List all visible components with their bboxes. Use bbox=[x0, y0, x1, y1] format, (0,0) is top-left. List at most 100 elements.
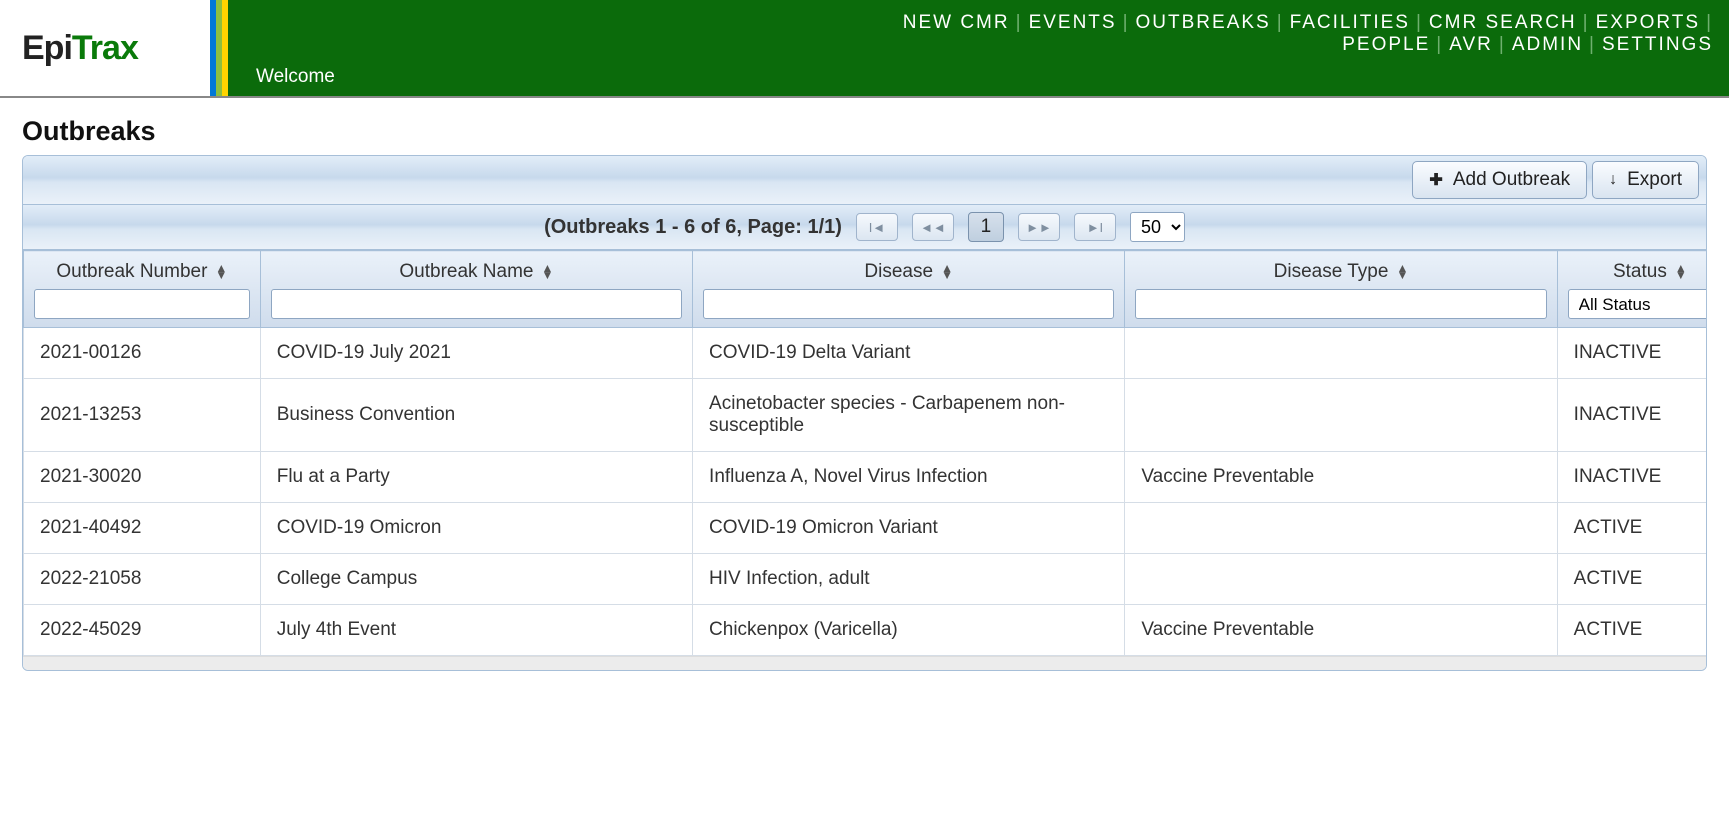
cell-number: 2021-40492 bbox=[24, 503, 261, 554]
nav-link-exports[interactable]: EXPORTS bbox=[1596, 12, 1700, 34]
pager-bar: (Outbreaks 1 - 6 of 6, Page: 1/1) I◄ ◄◄ … bbox=[23, 205, 1706, 250]
add-outbreak-label: Add Outbreak bbox=[1453, 169, 1570, 191]
cell-dtype bbox=[1125, 554, 1557, 605]
column-header-number[interactable]: Outbreak Number ▲▼ bbox=[24, 251, 261, 328]
column-header-name[interactable]: Outbreak Name▲▼ bbox=[260, 251, 692, 328]
nav-link-facilities[interactable]: FACILITIES bbox=[1290, 12, 1410, 34]
content: Outbreaks ✚ Add Outbreak ↓ Export (Outbr… bbox=[0, 98, 1729, 689]
logo-part2: Trax bbox=[72, 29, 138, 68]
cell-name: Business Convention bbox=[260, 379, 692, 452]
add-outbreak-button[interactable]: ✚ Add Outbreak bbox=[1412, 161, 1587, 199]
cell-name: College Campus bbox=[260, 554, 692, 605]
cell-disease: HIV Infection, adult bbox=[693, 554, 1125, 605]
sort-icon[interactable]: ▲▼ bbox=[215, 265, 227, 279]
filter-select-status[interactable]: All Status bbox=[1568, 289, 1706, 319]
filter-input-name[interactable] bbox=[271, 289, 682, 319]
cell-status: INACTIVE bbox=[1557, 452, 1706, 503]
nav-link-people[interactable]: PEOPLE bbox=[1342, 34, 1430, 56]
table-header-row: Outbreak Number▲▼Outbreak Name▲▼Disease▲… bbox=[24, 251, 1707, 328]
cell-disease: COVID-19 Delta Variant bbox=[693, 328, 1125, 379]
last-page-icon: ►I bbox=[1087, 220, 1103, 235]
nav-link-new-cmr[interactable]: NEW CMR bbox=[903, 12, 1010, 34]
table-scroll[interactable]: Outbreak Number▲▼Outbreak Name▲▼Disease▲… bbox=[23, 250, 1706, 656]
top-nav-area: NEW CMR | EVENTS | OUTBREAKS | FACILITIES | CMR … bbox=[228, 0, 1729, 96]
logo: EpiTrax bbox=[0, 0, 210, 96]
sort-icon[interactable]: ▲▼ bbox=[1675, 265, 1687, 279]
table-row[interactable]: 2021-13253Business ConventionAcinetobact… bbox=[24, 379, 1707, 452]
cell-status: ACTIVE bbox=[1557, 503, 1706, 554]
filter-input-number[interactable] bbox=[34, 289, 250, 319]
table-row[interactable]: 2021-40492COVID-19 OmicronCOVID-19 Omicr… bbox=[24, 503, 1707, 554]
sort-icon[interactable]: ▲▼ bbox=[542, 265, 554, 279]
cell-dtype bbox=[1125, 379, 1557, 452]
nav-link-outbreaks[interactable]: OUTBREAKS bbox=[1136, 12, 1271, 34]
cell-dtype bbox=[1125, 503, 1557, 554]
nav-separator: | bbox=[1589, 34, 1596, 56]
prev-page-icon: ◄◄ bbox=[920, 220, 946, 235]
cell-name: July 4th Event bbox=[260, 605, 692, 656]
cell-disease: COVID-19 Omicron Variant bbox=[693, 503, 1125, 554]
cell-number: 2022-21058 bbox=[24, 554, 261, 605]
column-label: Disease bbox=[864, 261, 933, 283]
logo-part1: Epi bbox=[22, 29, 72, 68]
table-row[interactable]: 2021-00126COVID-19 July 2021COVID-19 Del… bbox=[24, 328, 1707, 379]
nav-separator: | bbox=[1123, 12, 1130, 34]
download-icon: ↓ bbox=[1609, 171, 1617, 189]
first-page-icon: I◄ bbox=[869, 220, 885, 235]
column-label: Status bbox=[1613, 261, 1667, 283]
pager-summary: (Outbreaks 1 - 6 of 6, Page: 1/1) bbox=[544, 216, 842, 239]
sort-icon[interactable]: ▲▼ bbox=[1396, 265, 1408, 279]
pager-next-button[interactable]: ►► bbox=[1018, 213, 1060, 241]
pager-prev-button[interactable]: ◄◄ bbox=[912, 213, 954, 241]
column-label: Outbreak Number bbox=[56, 261, 207, 283]
cell-status: INACTIVE bbox=[1557, 379, 1706, 452]
outbreaks-table: Outbreak Number▲▼Outbreak Name▲▼Disease▲… bbox=[23, 250, 1706, 656]
nav-row-1: NEW CMR | EVENTS | OUTBREAKS | FACILITIES | CMR … bbox=[256, 12, 1713, 34]
sort-icon[interactable]: ▲▼ bbox=[941, 265, 953, 279]
nav-link-avr[interactable]: AVR bbox=[1449, 34, 1493, 56]
page-size-select[interactable]: 50 bbox=[1130, 212, 1185, 242]
cell-status: INACTIVE bbox=[1557, 328, 1706, 379]
filter-input-disease[interactable] bbox=[703, 289, 1114, 319]
nav-link-events[interactable]: EVENTS bbox=[1029, 12, 1117, 34]
nav-link-settings[interactable]: SETTINGS bbox=[1602, 34, 1713, 56]
cell-disease: Acinetobacter species - Carbapenem non-s… bbox=[693, 379, 1125, 452]
cell-name: Flu at a Party bbox=[260, 452, 692, 503]
column-header-dtype[interactable]: Disease Type ▲▼ bbox=[1125, 251, 1557, 328]
nav-row-2: PEOPLE|AVR|ADMIN|SETTINGS bbox=[256, 34, 1713, 56]
column-label: Disease Type bbox=[1274, 261, 1389, 283]
export-button[interactable]: ↓ Export bbox=[1592, 161, 1699, 199]
table-row[interactable]: 2022-21058College CampusHIV Infection, a… bbox=[24, 554, 1707, 605]
app-header: EpiTrax NEW CMR | EVENTS | OUTBREAKS | FACILIT… bbox=[0, 0, 1729, 98]
horizontal-scrollbar[interactable] bbox=[23, 656, 1706, 670]
cell-status: ACTIVE bbox=[1557, 554, 1706, 605]
cell-number: 2021-00126 bbox=[24, 328, 261, 379]
pager-first-button[interactable]: I◄ bbox=[856, 213, 898, 241]
cell-name: COVID-19 Omicron bbox=[260, 503, 692, 554]
cell-number: 2022-45029 bbox=[24, 605, 261, 656]
cell-name: COVID-19 July 2021 bbox=[260, 328, 692, 379]
column-header-disease[interactable]: Disease ▲▼ bbox=[693, 251, 1125, 328]
nav-link-cmr-search[interactable]: CMR SEARCH bbox=[1429, 12, 1577, 34]
nav-separator: | bbox=[1016, 12, 1023, 34]
cell-dtype: Vaccine Preventable bbox=[1125, 605, 1557, 656]
welcome-text: Welcome bbox=[256, 66, 1713, 88]
table-row[interactable]: 2022-45029July 4th EventChickenpox (Vari… bbox=[24, 605, 1707, 656]
cell-disease: Influenza A, Novel Virus Infection bbox=[693, 452, 1125, 503]
table-row[interactable]: 2021-30020Flu at a PartyInfluenza A, Nov… bbox=[24, 452, 1707, 503]
export-label: Export bbox=[1627, 169, 1682, 191]
next-page-icon: ►► bbox=[1026, 220, 1052, 235]
filter-input-dtype[interactable] bbox=[1135, 289, 1546, 319]
nav-link-admin[interactable]: ADMIN bbox=[1512, 34, 1583, 56]
page-title: Outbreaks bbox=[22, 116, 1707, 147]
nav-separator: | bbox=[1416, 12, 1423, 34]
column-header-status[interactable]: Status ▲▼ All Status bbox=[1557, 251, 1706, 328]
cell-number: 2021-30020 bbox=[24, 452, 261, 503]
nav-separator: | bbox=[1583, 12, 1590, 34]
cell-status: ACTIVE bbox=[1557, 605, 1706, 656]
cell-dtype: Vaccine Preventable bbox=[1125, 452, 1557, 503]
pager-current-page: 1 bbox=[968, 212, 1004, 242]
outbreaks-panel: ✚ Add Outbreak ↓ Export (Outbreaks 1 - 6… bbox=[22, 155, 1707, 671]
table-body: 2021-00126COVID-19 July 2021COVID-19 Del… bbox=[24, 328, 1707, 656]
pager-last-button[interactable]: ►I bbox=[1074, 213, 1116, 241]
